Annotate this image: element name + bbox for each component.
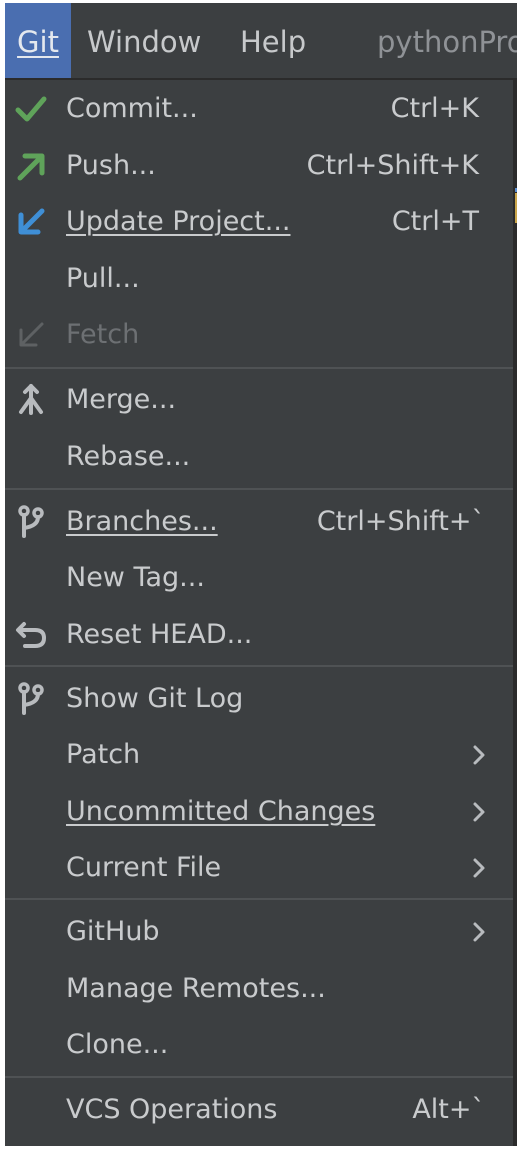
menu-item-label: Commit... bbox=[66, 93, 198, 124]
menu-item-label: Update Project... bbox=[66, 195, 291, 249]
check-icon bbox=[15, 96, 47, 122]
menu-item-label: Manage Remotes... bbox=[66, 973, 326, 1004]
menu-item-vcs-operations[interactable]: VCS Operations Alt+` bbox=[5, 1083, 513, 1137]
menubar-help-label: Help bbox=[240, 25, 307, 59]
merge-icon bbox=[19, 384, 43, 415]
fetch-icon bbox=[19, 322, 44, 347]
menu-item-label: Clone... bbox=[66, 1029, 169, 1060]
menu-item-label: Rebase... bbox=[66, 441, 191, 472]
menu-item-label: Merge... bbox=[66, 384, 177, 415]
menu-item-label: Patch bbox=[66, 739, 141, 770]
menu-item-shortcut: Ctrl+T bbox=[391, 206, 479, 237]
menu-item-push[interactable]: Push... Ctrl+Shift+K bbox=[5, 139, 513, 193]
project-title: pythonPro bbox=[377, 25, 517, 59]
menu-item-clone[interactable]: Clone... bbox=[5, 1018, 513, 1072]
menu-item-label: Show Git Log bbox=[66, 683, 244, 714]
menu-item-label: Uncommitted Changes bbox=[66, 785, 375, 839]
menubar-git[interactable]: Git bbox=[5, 3, 71, 78]
menu-item-patch[interactable]: Patch bbox=[5, 728, 513, 782]
menu-item-pull[interactable]: Pull... bbox=[5, 252, 513, 306]
menu-item-merge[interactable]: Merge... bbox=[5, 373, 513, 427]
branch-icon bbox=[18, 505, 44, 538]
menu-separator bbox=[5, 367, 513, 369]
menu-item-label: VCS Operations bbox=[66, 1094, 278, 1125]
menu-item-label: Pull... bbox=[66, 263, 140, 294]
menu-item-label: Current File bbox=[66, 852, 222, 883]
menu-item-shortcut: Ctrl+K bbox=[390, 93, 479, 124]
menubar-help[interactable]: Help bbox=[240, 3, 306, 78]
menu-item-github[interactable]: GitHub bbox=[5, 905, 513, 959]
menu-item-label: Reset HEAD... bbox=[66, 619, 253, 650]
menu-item-current-file[interactable]: Current File bbox=[5, 841, 513, 895]
menu-item-branches[interactable]: Branches... Ctrl+Shift+` bbox=[5, 495, 513, 549]
chevron-right-icon bbox=[473, 922, 485, 942]
menu-item-commit[interactable]: Commit... Ctrl+K bbox=[5, 82, 513, 136]
menu-separator bbox=[5, 898, 513, 900]
menubar-window-label: Window bbox=[87, 25, 202, 59]
menu-item-label: Push... bbox=[66, 150, 156, 181]
chevron-right-icon bbox=[473, 858, 485, 878]
menu-item-label-text: Update Project... bbox=[66, 206, 291, 237]
menu-separator bbox=[5, 665, 513, 667]
chevron-right-icon bbox=[473, 745, 485, 765]
menu-item-rebase[interactable]: Rebase... bbox=[5, 430, 513, 484]
menu-item-update-project[interactable]: Update Project... Ctrl+T bbox=[5, 195, 513, 249]
menu-item-new-tag[interactable]: New Tag... bbox=[5, 551, 513, 605]
menubar-window[interactable]: Window bbox=[87, 3, 201, 78]
menu-separator bbox=[5, 488, 513, 490]
chevron-right-icon bbox=[473, 802, 485, 822]
menu-item-uncommitted-changes[interactable]: Uncommitted Changes bbox=[5, 785, 513, 839]
menu-item-label: New Tag... bbox=[66, 562, 205, 593]
menu-separator bbox=[5, 1076, 513, 1078]
update-arrow-icon bbox=[18, 208, 45, 235]
menu-item-label: Branches... bbox=[66, 495, 218, 549]
push-arrow-icon bbox=[17, 153, 45, 181]
menu-item-label: GitHub bbox=[66, 916, 160, 947]
branch-icon bbox=[18, 682, 44, 715]
menu-item-fetch: Fetch bbox=[5, 308, 513, 362]
undo-icon bbox=[16, 622, 47, 648]
menu-item-manage-remotes[interactable]: Manage Remotes... bbox=[5, 962, 513, 1016]
menu-item-shortcut: Alt+` bbox=[412, 1094, 485, 1125]
git-menu-dropdown: Commit... Ctrl+K Push... Ctrl+Shift+K Up… bbox=[5, 80, 515, 1146]
ide-window: Git Window Help pythonPro Commit... Ctrl… bbox=[5, 3, 517, 1146]
menubar-git-label: Git bbox=[17, 25, 59, 59]
menu-item-label: Fetch bbox=[66, 319, 140, 350]
menu-item-shortcut: Ctrl+Shift+` bbox=[316, 506, 485, 537]
menu-item-show-git-log[interactable]: Show Git Log bbox=[5, 672, 513, 726]
menu-item-shortcut: Ctrl+Shift+K bbox=[306, 150, 479, 181]
menu-bar: Git Window Help pythonPro bbox=[5, 3, 517, 80]
menu-item-label-text: Branches... bbox=[66, 506, 218, 537]
menu-item-reset-head[interactable]: Reset HEAD... bbox=[5, 608, 513, 662]
menu-item-label-text: Uncommitted Changes bbox=[66, 796, 376, 827]
